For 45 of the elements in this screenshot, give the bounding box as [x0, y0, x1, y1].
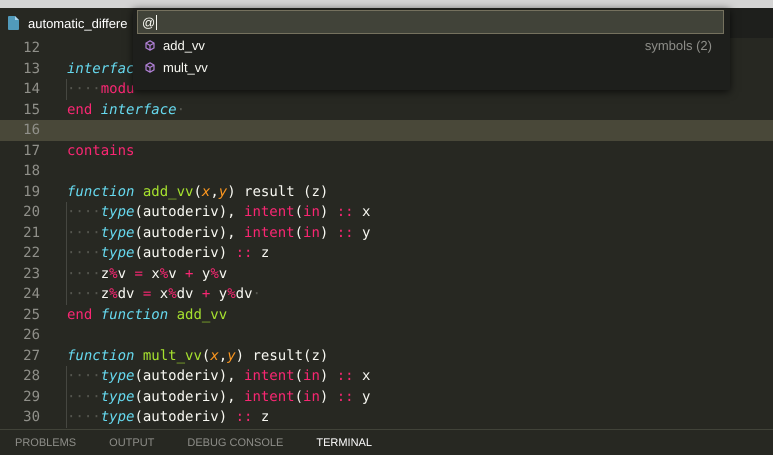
panel-tab[interactable]: TERMINAL	[316, 436, 372, 448]
line-number: 18	[22, 163, 40, 180]
cube-icon	[145, 62, 155, 72]
code-line: ····z%v = x%v + y%v	[67, 266, 228, 282]
code-line: function add_vv(x,y) result (z)	[67, 184, 328, 200]
line-number: 17	[22, 142, 40, 159]
line-number: 23	[22, 266, 40, 282]
panel-tab[interactable]: OUTPUT	[109, 436, 154, 448]
line-number: 19	[22, 184, 40, 200]
panel-tab[interactable]: PROBLEMS	[15, 436, 76, 448]
result-count-label: symbols (2)	[644, 38, 712, 52]
code-line: ····type(autoderiv), intent(in) :: y	[67, 224, 370, 241]
code-line: ····type(autoderiv), intent(in) :: x	[67, 204, 370, 220]
line-number: 24	[22, 286, 40, 302]
code-line: ····modu	[67, 81, 134, 98]
code-line: ····z%dv = x%dv + y%dv·	[67, 286, 261, 302]
file-icon	[8, 16, 19, 30]
symbol-result[interactable]: add_vv symbols (2)	[137, 34, 724, 56]
line-number: 26	[22, 327, 40, 344]
code-line: end interface·	[67, 102, 186, 118]
line-number: 16	[22, 122, 40, 138]
input-field[interactable]: @	[137, 10, 724, 34]
cube-icon	[145, 40, 155, 50]
line-number: 13	[22, 60, 40, 77]
line-number: 15	[22, 102, 40, 118]
panel-tab[interactable]: DEBUG CONSOLE	[187, 436, 284, 448]
symbol-result[interactable]: mult_vv	[137, 56, 724, 78]
line-number: 27	[22, 348, 40, 364]
line-number: 28	[22, 368, 40, 384]
code-line: function mult_vv(x,y) result(z)	[67, 348, 328, 364]
code-line: end function add_vv	[67, 306, 228, 323]
code-line: ····type(autoderiv), intent(in) :: y	[67, 388, 370, 405]
line-number: 29	[22, 388, 40, 405]
code-line: contains	[67, 142, 134, 159]
code-line: ····type(autoderiv) :: z	[67, 409, 270, 426]
line-number: 22	[22, 245, 40, 262]
line-number: 30	[22, 409, 40, 426]
line-number: 14	[22, 81, 40, 98]
line-number: 21	[22, 224, 40, 241]
code-line: ····type(autoderiv), intent(in) :: x	[67, 368, 370, 384]
line-number: 12	[22, 40, 40, 56]
line-number: 25	[22, 306, 40, 323]
code-line: ····type(autoderiv) :: z	[67, 245, 270, 262]
line-number: 20	[22, 204, 40, 220]
code-line: interfac	[67, 60, 134, 77]
